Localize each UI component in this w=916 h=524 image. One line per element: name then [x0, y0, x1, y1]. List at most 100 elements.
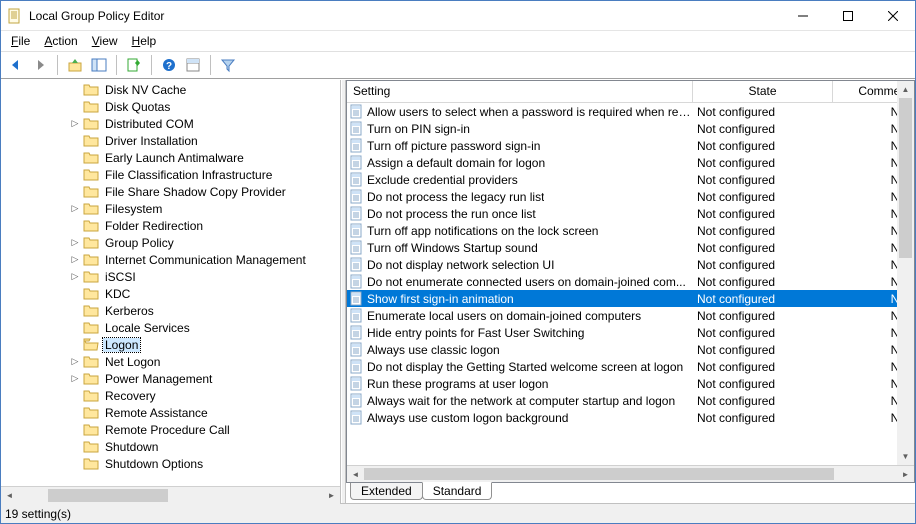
- tree-item[interactable]: Remote Assistance: [1, 404, 340, 421]
- menu-view[interactable]: View: [86, 33, 124, 49]
- tree-item[interactable]: ▷Filesystem: [1, 200, 340, 217]
- list-row[interactable]: Allow users to select when a password is…: [347, 103, 914, 120]
- expand-icon[interactable]: ▷: [69, 203, 81, 214]
- expand-icon[interactable]: ▷: [69, 271, 81, 282]
- app-icon: [7, 8, 23, 24]
- setting-name: Turn off picture password sign-in: [365, 139, 540, 153]
- list-row[interactable]: Always use custom logon backgroundNot co…: [347, 409, 914, 426]
- help-button[interactable]: ?: [158, 54, 180, 76]
- tree-item[interactable]: ▷Net Logon: [1, 353, 340, 370]
- tree-horizontal-scrollbar[interactable]: ◄ ►: [1, 486, 340, 503]
- menu-help[interactable]: Help: [126, 33, 163, 49]
- toolbar-separator: [57, 55, 58, 75]
- properties-button[interactable]: [182, 54, 204, 76]
- scroll-thumb[interactable]: [364, 468, 834, 480]
- tree-item[interactable]: ▷Internet Communication Management: [1, 251, 340, 268]
- up-button[interactable]: [64, 54, 86, 76]
- tree-item[interactable]: Remote Procedure Call: [1, 421, 340, 438]
- scroll-thumb[interactable]: [48, 489, 168, 502]
- list-row[interactable]: Show first sign-in animationNot configur…: [347, 290, 914, 307]
- forward-button[interactable]: [29, 54, 51, 76]
- list-row[interactable]: Turn off Windows Startup soundNot config…: [347, 239, 914, 256]
- scroll-left-icon[interactable]: ◄: [347, 466, 364, 483]
- list-row[interactable]: Turn off picture password sign-inNot con…: [347, 137, 914, 154]
- tree-item[interactable]: ▷Distributed COM: [1, 115, 340, 132]
- policy-icon: [349, 393, 365, 409]
- scroll-track[interactable]: [364, 466, 897, 482]
- expand-icon[interactable]: ▷: [69, 118, 81, 129]
- list-row[interactable]: Do not display network selection UINot c…: [347, 256, 914, 273]
- list-row[interactable]: Exclude credential providersNot configur…: [347, 171, 914, 188]
- tree-item[interactable]: File Share Shadow Copy Provider: [1, 183, 340, 200]
- tree-item[interactable]: ▷Group Policy: [1, 234, 340, 251]
- scroll-up-icon[interactable]: ▲: [897, 81, 914, 98]
- back-button[interactable]: [5, 54, 27, 76]
- show-hide-tree-button[interactable]: [88, 54, 110, 76]
- tree-item[interactable]: File Classification Infrastructure: [1, 166, 340, 183]
- list-vertical-scrollbar[interactable]: ▲ ▼: [897, 81, 914, 465]
- column-header-state[interactable]: State: [693, 81, 833, 102]
- setting-state: Not configured: [693, 309, 833, 323]
- tab-standard[interactable]: Standard: [422, 482, 493, 500]
- tree-item[interactable]: Shutdown Options: [1, 455, 340, 472]
- tree-item[interactable]: Recovery: [1, 387, 340, 404]
- list-row[interactable]: Enumerate local users on domain-joined c…: [347, 307, 914, 324]
- column-header-setting[interactable]: Setting: [347, 81, 693, 102]
- tree-item[interactable]: Disk NV Cache: [1, 81, 340, 98]
- list-horizontal-scrollbar[interactable]: ◄ ►: [347, 465, 914, 482]
- tree-item[interactable]: KDC: [1, 285, 340, 302]
- filter-button[interactable]: [217, 54, 239, 76]
- list-row[interactable]: Do not enumerate connected users on doma…: [347, 273, 914, 290]
- list-row[interactable]: Do not process the legacy run listNot co…: [347, 188, 914, 205]
- scroll-track[interactable]: [897, 98, 914, 448]
- tree-item[interactable]: Locale Services: [1, 319, 340, 336]
- tree-item[interactable]: ▷iSCSI: [1, 268, 340, 285]
- list-row[interactable]: Assign a default domain for logonNot con…: [347, 154, 914, 171]
- tree-item[interactable]: Folder Redirection: [1, 217, 340, 234]
- close-button[interactable]: [870, 1, 915, 30]
- list-row[interactable]: Always use classic logonNot configuredNo: [347, 341, 914, 358]
- setting-name: Run these programs at user logon: [365, 377, 548, 391]
- tree-item[interactable]: Shutdown: [1, 438, 340, 455]
- tree-item[interactable]: Disk Quotas: [1, 98, 340, 115]
- tree-item-label: Power Management: [103, 372, 214, 386]
- scroll-track[interactable]: [18, 487, 323, 504]
- scroll-left-icon[interactable]: ◄: [1, 487, 18, 504]
- list-row[interactable]: Turn off app notifications on the lock s…: [347, 222, 914, 239]
- scroll-thumb[interactable]: [899, 98, 912, 258]
- export-list-button[interactable]: [123, 54, 145, 76]
- tree-item[interactable]: Early Launch Antimalware: [1, 149, 340, 166]
- expand-icon[interactable]: ▷: [69, 237, 81, 248]
- expand-icon[interactable]: ▷: [69, 356, 81, 367]
- expand-icon[interactable]: ▷: [69, 254, 81, 265]
- list-row[interactable]: Hide entry points for Fast User Switchin…: [347, 324, 914, 341]
- setting-name: Assign a default domain for logon: [365, 156, 545, 170]
- setting-state: Not configured: [693, 360, 833, 374]
- expand-icon[interactable]: ▷: [69, 373, 81, 384]
- maximize-button[interactable]: [825, 1, 870, 30]
- tree-scroll[interactable]: Disk NV CacheDisk Quotas▷Distributed COM…: [1, 80, 340, 486]
- window-title: Local Group Policy Editor: [29, 9, 780, 23]
- minimize-button[interactable]: [780, 1, 825, 30]
- tab-extended[interactable]: Extended: [350, 483, 423, 500]
- tree-item[interactable]: Kerberos: [1, 302, 340, 319]
- setting-name: Do not enumerate connected users on doma…: [365, 275, 686, 289]
- policy-icon: [349, 308, 365, 324]
- scroll-right-icon[interactable]: ►: [897, 466, 914, 483]
- list-row[interactable]: Do not process the run once listNot conf…: [347, 205, 914, 222]
- menu-file[interactable]: File: [5, 33, 36, 49]
- menu-action[interactable]: Action: [38, 33, 83, 49]
- tree-item[interactable]: Driver Installation: [1, 132, 340, 149]
- client-area: Disk NV CacheDisk Quotas▷Distributed COM…: [1, 79, 915, 503]
- scroll-down-icon[interactable]: ▼: [897, 448, 914, 465]
- list-row[interactable]: Do not display the Getting Started welco…: [347, 358, 914, 375]
- setting-state: Not configured: [693, 241, 833, 255]
- list-body[interactable]: Allow users to select when a password is…: [347, 103, 914, 465]
- settings-list: Setting State Commen Allow users to sele…: [346, 80, 915, 483]
- list-row[interactable]: Turn on PIN sign-inNot configuredNo: [347, 120, 914, 137]
- tree-item[interactable]: ▷ Power Management: [1, 370, 340, 387]
- tree-item[interactable]: Logon: [1, 336, 340, 353]
- list-row[interactable]: Always wait for the network at computer …: [347, 392, 914, 409]
- list-row[interactable]: Run these programs at user logonNot conf…: [347, 375, 914, 392]
- scroll-right-icon[interactable]: ►: [323, 487, 340, 504]
